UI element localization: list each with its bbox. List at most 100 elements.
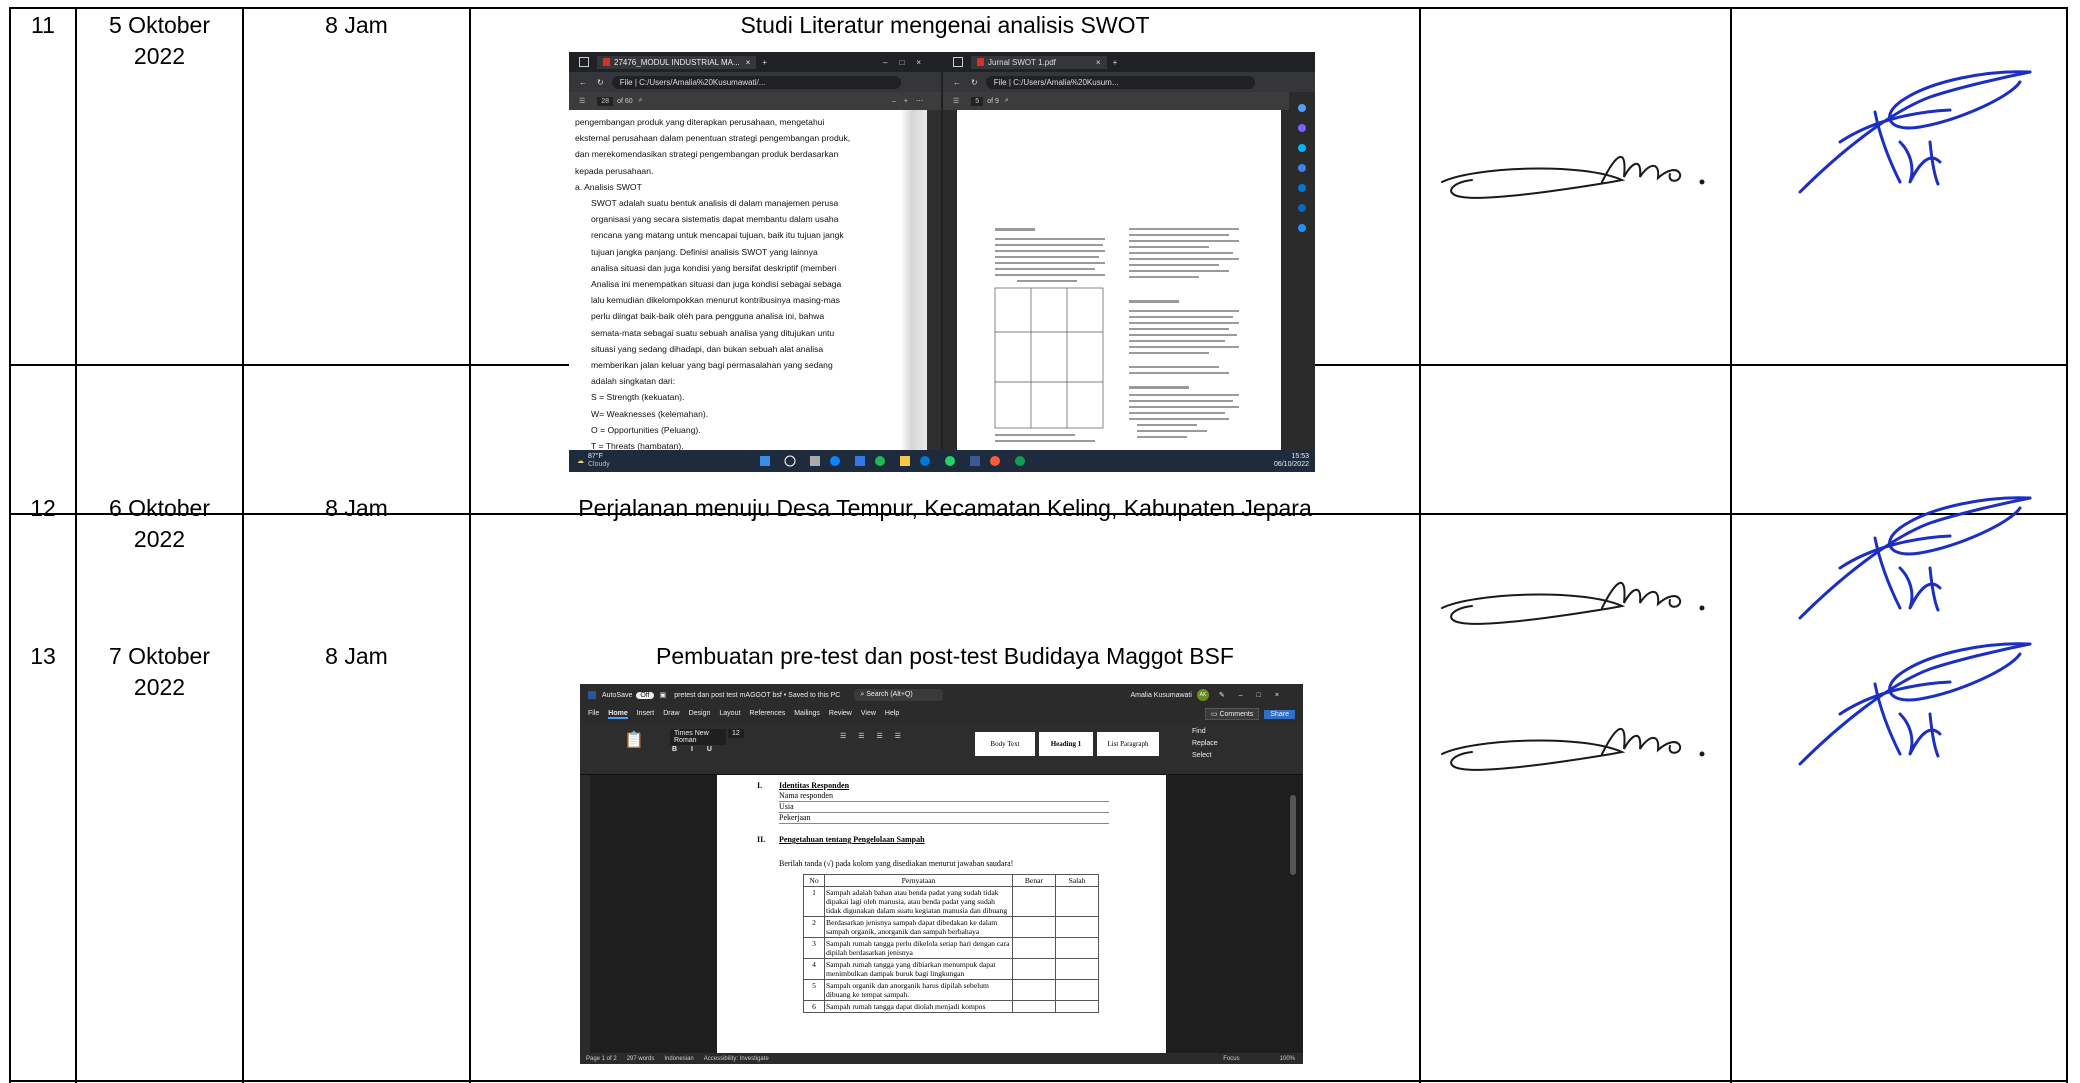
search-icon[interactable]: ⌕ — [639, 97, 643, 105]
row-number: 11 — [31, 12, 55, 38]
journal-text-blocks — [994, 228, 1239, 442]
save-icon[interactable]: ▣ — [660, 691, 667, 699]
address-bar[interactable]: File | C:/Users/Amalia%20Kusum... — [985, 75, 1255, 89]
taskbar-app-icons[interactable] — [759, 453, 1040, 469]
autosave-toggle[interactable]: Off — [636, 691, 654, 699]
ribbon-tab[interactable]: References — [749, 710, 785, 719]
word-icon — [588, 691, 596, 699]
instruction: Berilah tanda (√) pada kolom yang disedi… — [779, 859, 1014, 868]
scrollbar-thumb[interactable] — [1290, 795, 1296, 875]
focus-button[interactable]: Focus — [1223, 1056, 1239, 1062]
zoom-controls[interactable]: –+⋯ — [892, 97, 931, 105]
close-icon[interactable]: × — [746, 58, 751, 67]
scrollbar[interactable] — [927, 110, 941, 450]
page-number-input[interactable]: 5 — [971, 96, 984, 106]
new-tab-icon[interactable]: + — [1113, 58, 1118, 67]
window-controls[interactable]: ✎–□× — [1219, 691, 1293, 699]
statement-text: Sampah rumah tangga perlu dikelola setia… — [824, 937, 1013, 959]
statement-number: 6 — [803, 1000, 825, 1013]
column-divider — [1419, 8, 1421, 1083]
window-controls[interactable]: –□× — [883, 58, 933, 67]
avatar[interactable]: AK — [1196, 689, 1209, 701]
tab-modul[interactable]: 27476_MODUL INDUSTRIAL MA... × — [597, 55, 757, 69]
paste-icon[interactable]: 📋 — [624, 730, 644, 750]
ribbon-tab[interactable]: View — [861, 710, 876, 719]
format-buttons[interactable]: B I U — [672, 746, 718, 753]
column-divider — [1730, 8, 1732, 1083]
weather-desc: Cloudy — [588, 461, 610, 468]
answer-cell — [1055, 1000, 1099, 1013]
word-count: 297 words — [626, 1055, 655, 1062]
style-list-paragraph[interactable]: List Paragraph — [1097, 732, 1159, 756]
ribbon-tab[interactable]: Insert — [637, 710, 655, 719]
field-pekerjaan: Pekerjaan — [779, 813, 1109, 824]
ribbon-tab[interactable]: Home — [608, 710, 628, 719]
table-row: 3 Sampah rumah tangga perlu dikelola seti… — [803, 937, 1099, 959]
ribbon-tab[interactable]: Layout — [719, 710, 740, 719]
pdf-viewer-screenshot: 27476_MODUL INDUSTRIAL MA... × + –□× ← ↻… — [569, 52, 1315, 472]
style-body-text[interactable]: Body Text — [975, 732, 1035, 756]
ribbon-tab[interactable]: Help — [885, 710, 899, 719]
page-count: of 60 — [617, 97, 633, 105]
back-icon[interactable]: ← — [953, 78, 961, 87]
document-title[interactable]: pretest dan post test mAGGOT bsf • Saved… — [674, 692, 840, 699]
search-icon[interactable]: ⌕ — [1005, 97, 1009, 105]
table-row: 6 Sampah rumah tangga dapat diolah menjad… — [803, 1000, 1099, 1013]
supervisor-signature — [1780, 468, 2040, 638]
section-number: I. — [757, 781, 763, 790]
document-line: perlu diingat baik-baik oleh para penggu… — [591, 311, 825, 322]
ribbon-tab[interactable]: Mailings — [794, 710, 820, 719]
tab-jurnal[interactable]: Jurnal SWOT 1.pdf × — [971, 55, 1107, 69]
supervisor-signature — [1780, 42, 2040, 212]
contents-icon[interactable]: ☰ — [953, 97, 959, 105]
share-button[interactable]: Share — [1264, 709, 1295, 719]
document-line: analisa situasi dan juga kondisi yang be… — [591, 262, 837, 273]
answer-cell — [1012, 886, 1056, 917]
table-row: 5 Sampah organik dan anorganik harus dipi… — [803, 979, 1099, 1001]
weather-icon: ☁ — [577, 458, 584, 465]
zoom-level[interactable]: 100% — [1280, 1056, 1295, 1062]
document-line: tujuan jangka panjang. Definisi analisis… — [591, 246, 818, 257]
close-icon[interactable]: × — [1096, 58, 1101, 67]
accessibility-status[interactable]: Accessibility: Investigate — [704, 1056, 769, 1062]
comments-label: Comments — [1219, 711, 1254, 718]
refresh-icon[interactable]: ↻ — [971, 78, 978, 87]
table-border-bottom — [9, 1080, 2068, 1082]
pdf-icon — [603, 58, 610, 66]
language[interactable]: Indonesian — [664, 1056, 693, 1062]
back-icon[interactable]: ← — [579, 78, 587, 87]
search-box[interactable]: ⌕ Search (Alt+Q) — [854, 689, 943, 701]
new-tab-icon[interactable]: + — [762, 58, 767, 67]
style-heading-1[interactable]: Heading 1 — [1039, 732, 1093, 756]
find-button[interactable]: Find — [1192, 728, 1206, 735]
comments-button[interactable]: ▭ Comments — [1204, 708, 1260, 720]
answer-cell — [1055, 937, 1099, 959]
font-size-select[interactable]: 12 — [728, 729, 744, 738]
column-divider — [242, 8, 244, 1083]
ribbon-tab[interactable]: File — [588, 710, 599, 719]
section-number: II. — [757, 835, 766, 844]
answer-cell — [1055, 886, 1099, 917]
document-line: memberikan jalan keluar yang bagi permas… — [591, 360, 833, 371]
vertical-ruler — [580, 775, 590, 1053]
refresh-icon[interactable]: ↻ — [597, 78, 604, 87]
address-bar[interactable]: File | C:/Users/Amalia%20Kusumawati/... — [611, 75, 901, 89]
word-titlebar: AutoSave Off ▣ pretest dan post test mAG… — [580, 684, 1303, 706]
document-line: kepada perusahaan. — [575, 165, 654, 176]
ribbon-tab[interactable]: Review — [829, 710, 852, 719]
paragraph-controls[interactable]: ☰ ☰ ☰ ☰ — [840, 732, 906, 740]
statement-number: 4 — [803, 958, 825, 980]
journal-page — [957, 110, 1281, 450]
ribbon-tab[interactable]: Design — [689, 710, 711, 719]
contents-icon[interactable]: ☰ — [579, 97, 585, 105]
select-button[interactable]: Select — [1192, 752, 1211, 759]
window-icon — [953, 57, 963, 67]
replace-button[interactable]: Replace — [1192, 740, 1218, 747]
user-name[interactable]: Amalia Kusumawati — [1130, 692, 1191, 699]
blur-overlay — [901, 110, 927, 450]
ribbon-tab[interactable]: Draw — [663, 710, 679, 719]
edge-sidebar[interactable] — [1289, 92, 1315, 452]
font-name-select[interactable]: Times New Roman — [670, 729, 726, 745]
row-number: 13 — [30, 643, 56, 669]
page-number-input[interactable]: 28 — [597, 96, 614, 106]
